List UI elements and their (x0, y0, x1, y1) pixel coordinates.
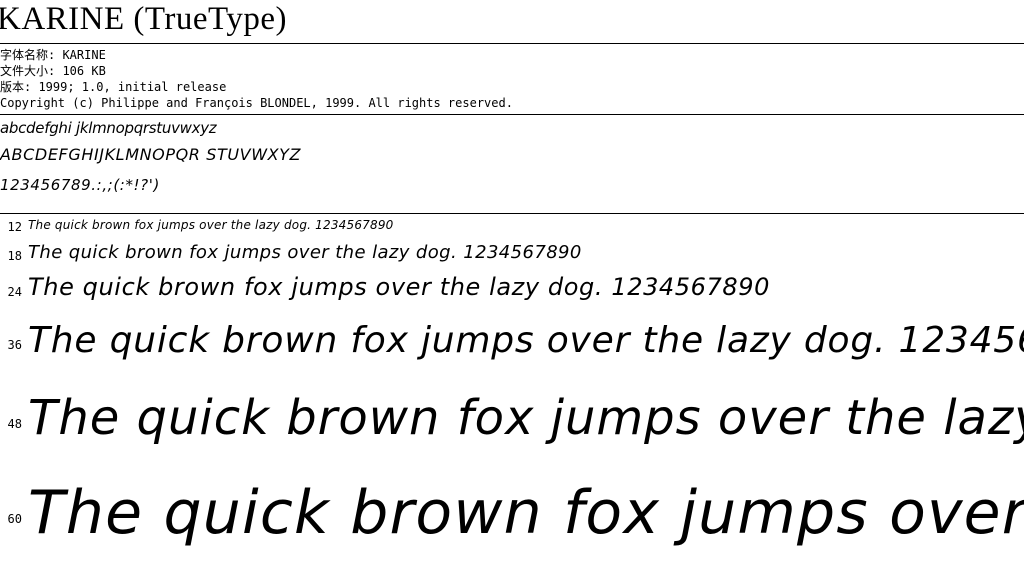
sample-size-label: 12 (7, 220, 22, 234)
font-title-bar: KARINE (TrueType) (0, 0, 1024, 42)
metadata-copyright: Copyright (c) Philippe and François BLON… (0, 96, 513, 110)
sample-row: 24 The quick brown fox jumps over the la… (0, 271, 1024, 312)
sample-row: 12 The quick brown fox jumps over the la… (0, 214, 1024, 240)
sample-row: 36 The quick brown fox jumps over the la… (0, 312, 1024, 380)
sample-row: 60 The quick brown fox jumps over the la… (0, 468, 1024, 565)
font-preview-window: KARINE (TrueType) 字体名称: KARINE 文件大小: 106… (0, 0, 1024, 565)
font-metadata-block: 字体名称: KARINE 文件大小: 106 KB 版本: 1999; 1.0,… (0, 47, 1024, 112)
page-title: KARINE (TrueType) (0, 1, 288, 37)
metadata-font-name: 字体名称: KARINE (0, 48, 106, 62)
glyph-uppercase-row: ABCDEFGHIJKLMNOPQR STUVWXYZ (0, 145, 302, 164)
sample-text: The quick brown fox jumps over the lazy … (28, 242, 582, 263)
sample-row: 18 The quick brown fox jumps over the la… (0, 240, 1024, 271)
sample-text: The quick brown fox jumps over the lazy … (28, 218, 394, 232)
glyph-set-block: abcdefghi jklmnopqrstuvwxyz ABCDEFGHIJKL… (0, 117, 1024, 211)
divider-top (0, 43, 1024, 44)
sample-size-label: 60 (7, 512, 22, 526)
glyph-lowercase-row: abcdefghi jklmnopqrstuvwxyz (0, 119, 217, 137)
sample-text: The quick brown fox jumps over the lazy … (28, 273, 771, 301)
sample-row: 48 The quick brown fox jumps over the la… (0, 380, 1024, 468)
metadata-version: 版本: 1999; 1.0, initial release (0, 80, 227, 94)
divider-middle (0, 114, 1024, 115)
sample-size-label: 18 (7, 249, 22, 263)
sample-size-label: 24 (7, 285, 22, 299)
sample-sizes-list: 12 The quick brown fox jumps over the la… (0, 214, 1024, 565)
metadata-file-size: 文件大小: 106 KB (0, 64, 106, 78)
sample-size-label: 48 (7, 417, 22, 431)
sample-text: The quick brown fox jumps over the lazy … (28, 390, 1024, 446)
sample-text: The quick brown fox jumps over the lazy … (28, 478, 1024, 548)
glyph-digits-row: 123456789.:,;(:*!?') (0, 176, 160, 194)
sample-size-label: 36 (7, 338, 22, 352)
sample-text: The quick brown fox jumps over the lazy … (28, 320, 1024, 361)
